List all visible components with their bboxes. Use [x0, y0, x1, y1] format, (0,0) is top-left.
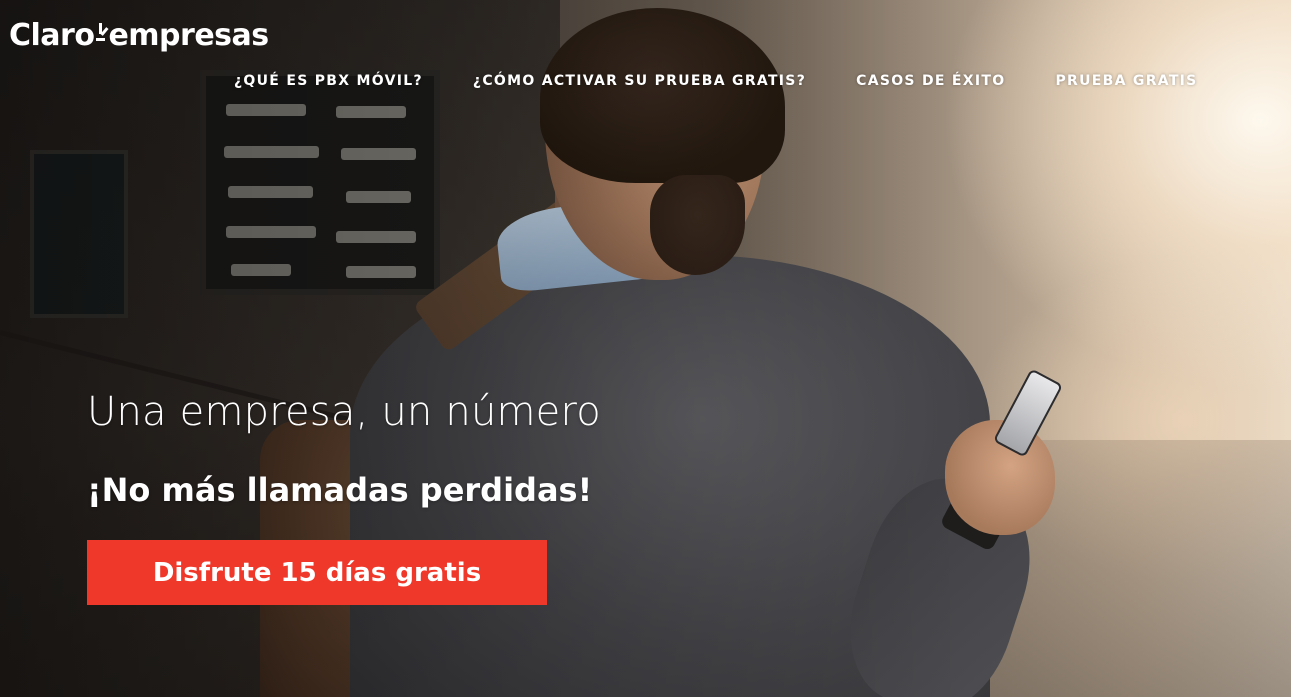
main-nav: ¿QUÉ ES PBX MÓVIL? ¿CÓMO ACTIVAR SU PRUE…: [234, 73, 1198, 89]
hero-banner: Claro empresas ¿QUÉ ES PBX MÓVIL? ¿CÓMO …: [0, 0, 1291, 697]
nav-item-casos-de-exito[interactable]: CASOS DE ÉXITO: [856, 73, 1005, 89]
logo-claro-text: Claro: [9, 18, 95, 53]
hero-headline: Una empresa, un número: [87, 389, 601, 435]
nav-item-prueba-gratis[interactable]: PRUEBA GRATIS: [1055, 73, 1197, 89]
nav-item-que-es-pbx-movil[interactable]: ¿QUÉ ES PBX MÓVIL?: [234, 73, 423, 89]
free-trial-button[interactable]: Disfrute 15 días gratis: [87, 540, 547, 605]
claro-empresas-logo[interactable]: Claro empresas: [9, 18, 269, 53]
hero-subheadline: ¡No más llamadas perdidas!: [87, 471, 593, 509]
logo-sun-icon: [95, 23, 109, 53]
logo-empresas-text: empresas: [108, 18, 269, 53]
nav-item-como-activar-prueba[interactable]: ¿CÓMO ACTIVAR SU PRUEBA GRATIS?: [473, 73, 806, 89]
